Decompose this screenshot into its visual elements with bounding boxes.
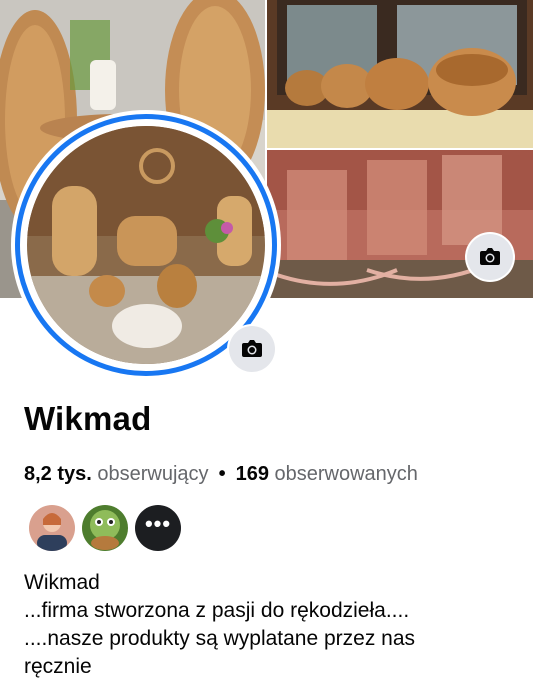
followers-link[interactable]: 8,2 tys. obserwujący — [24, 463, 209, 485]
edit-profile-picture-button[interactable] — [229, 326, 275, 372]
bio-line: Wikmad — [24, 571, 100, 594]
bio-line: ręcznie — [24, 655, 92, 678]
followers-count: 8,2 tys. — [24, 463, 92, 485]
page-title: Wikmad — [24, 400, 152, 437]
following-count: 169 — [235, 463, 269, 485]
bio: Wikmad ...firma stworzona z pasji do ręk… — [24, 569, 415, 681]
followers-label: obserwujący — [97, 463, 209, 485]
camera-icon — [242, 340, 262, 357]
more-dots-icon: ••• — [144, 511, 172, 536]
cover-image-baskets — [267, 0, 533, 148]
more-followers-button[interactable]: ••• — [135, 505, 181, 551]
follow-stats: 8,2 tys. obserwujący • 169 obserwowanych — [24, 463, 418, 486]
follower-avatar[interactable] — [82, 505, 128, 551]
following-label: obserwowanych — [274, 463, 418, 485]
following-link[interactable]: 169 obserwowanych — [236, 463, 418, 485]
edit-cover-photo-button[interactable] — [467, 234, 513, 280]
bio-line: ...firma stworzona z pasji do rękodzieła… — [24, 599, 410, 622]
bio-line: ....nasze produkty są wyplatane przez na… — [24, 627, 416, 650]
follower-avatar[interactable] — [29, 505, 75, 551]
stats-separator: • — [218, 463, 226, 485]
camera-icon — [480, 248, 500, 265]
profile-picture-image — [27, 126, 265, 364]
mutual-followers: ••• — [29, 505, 181, 551]
